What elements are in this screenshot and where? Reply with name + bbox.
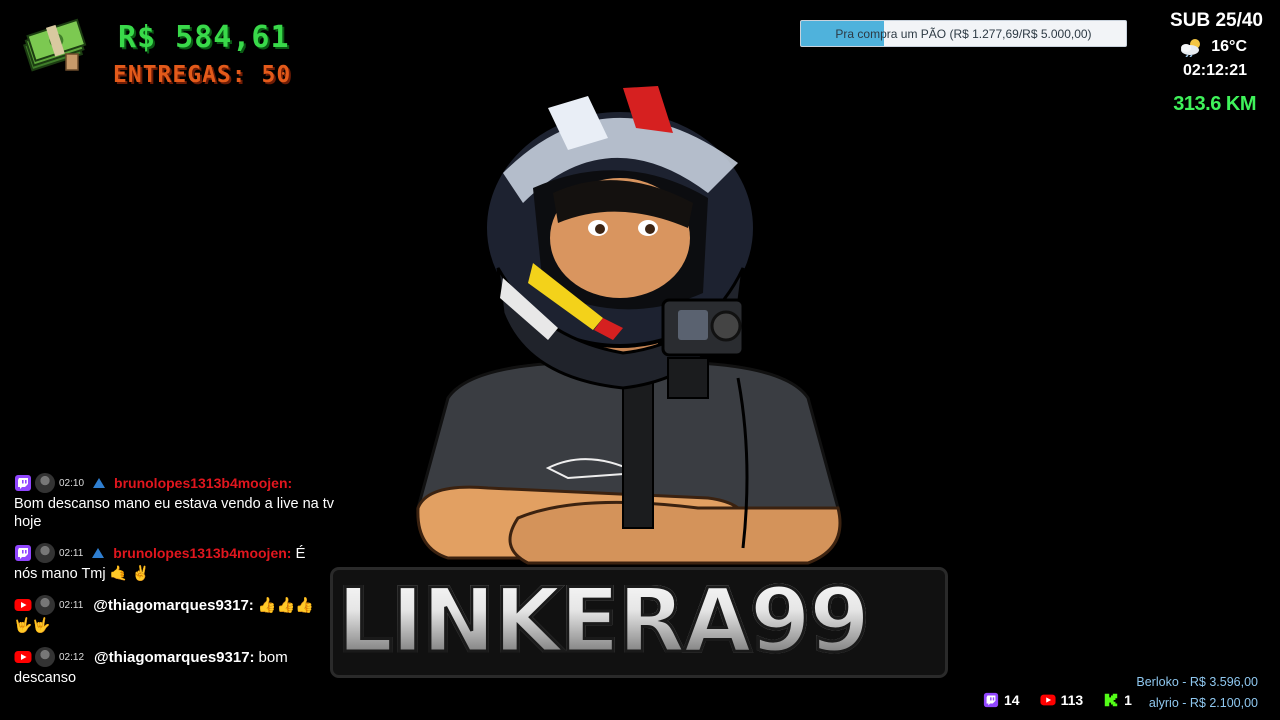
rank-triangle-icon xyxy=(92,548,105,558)
chat-text-inline: bom xyxy=(258,648,288,666)
youtube-icon xyxy=(14,651,32,663)
twitch-icon xyxy=(983,692,999,708)
chat-timestamp: 02:12 xyxy=(59,651,85,663)
goal-label: Pra compra um PÃO (R$ 1.277,69/R$ 5.000,… xyxy=(835,27,1092,41)
streamer-avatar xyxy=(416,86,842,565)
chat-message: 02:10 brunolopes1313b4moojen: Bom descanso… xyxy=(14,472,354,531)
chat-timestamp: 02:11 xyxy=(59,599,84,611)
chat-text: nós mano Tmj 🤙 ✌ xyxy=(14,566,150,582)
donation-leaderboard: Berloko - R$ 3.596,00 alyrio - R$ 2.100,… xyxy=(1136,672,1258,714)
chat-timestamp: 02:11 xyxy=(59,547,84,559)
chat-overlay: 02:10 brunolopes1313b4moojen: Bom descanso… xyxy=(14,472,354,698)
chat-timestamp: 02:10 xyxy=(59,477,85,489)
money-stack-icon xyxy=(23,18,87,72)
youtube-icon xyxy=(1040,694,1056,706)
donation-entry: Berloko - R$ 3.596,00 xyxy=(1136,675,1258,689)
kick-icon xyxy=(1104,693,1118,707)
chat-text: descanso xyxy=(14,670,77,686)
chat-avatar xyxy=(35,595,55,615)
chat-avatar xyxy=(35,473,55,493)
chat-text: 🤟🤟 xyxy=(14,618,51,634)
viewer-count: 1 xyxy=(1124,692,1132,708)
chat-avatar xyxy=(35,543,55,563)
youtube-icon xyxy=(14,599,32,611)
chat-username: @thiagomarques9317: xyxy=(94,648,255,666)
chat-text: Bom descanso mano eu estava vendo a live… xyxy=(14,496,334,530)
sub-goal-counter: SUB 25/40 xyxy=(1170,10,1263,31)
chat-message: 02:12 @thiagomarques9317: bom descanso xyxy=(14,646,354,687)
twitch-icon xyxy=(15,475,31,491)
chat-avatar xyxy=(35,647,55,667)
viewer-count: 113 xyxy=(1060,692,1084,708)
chat-username: brunolopes1313b4moojen: xyxy=(114,475,293,491)
channel-logo-text: LINKERA99 xyxy=(335,565,871,677)
viewer-counters: 14 113 1 xyxy=(983,692,1152,708)
partly-cloudy-icon xyxy=(1181,39,1201,57)
chat-username: @thiagomarques9317: xyxy=(93,596,254,614)
donation-goal-bar: Pra compra um PÃO (R$ 1.277,69/R$ 5.000,… xyxy=(800,20,1127,47)
deliveries-count: ENTREGAS: 50 xyxy=(113,62,292,88)
viewer-count: 14 xyxy=(1004,692,1020,708)
rank-triangle-icon xyxy=(93,478,106,488)
clock: 02:12:21 xyxy=(1182,62,1247,79)
chat-username: brunolopes1313b4moojen: xyxy=(113,545,292,561)
twitch-icon xyxy=(15,545,31,561)
temperature: 16°C xyxy=(1211,38,1247,55)
chat-text-inline: É xyxy=(295,544,306,562)
weather-widget: 16°C xyxy=(1179,37,1247,57)
donation-entry: alyrio - R$ 2.100,00 xyxy=(1148,696,1258,710)
chat-message: 02:11 brunolopes1313b4moojen: Énós mano Tm… xyxy=(14,542,354,583)
chat-text-inline: 👍👍👍 xyxy=(257,597,314,614)
chat-message: 02:11 @thiagomarques9317: 👍👍👍 🤟🤟 xyxy=(14,594,354,635)
money-amount: R$ 584,61 xyxy=(118,20,290,55)
distance-counter: 313.6 KM xyxy=(1173,93,1256,115)
